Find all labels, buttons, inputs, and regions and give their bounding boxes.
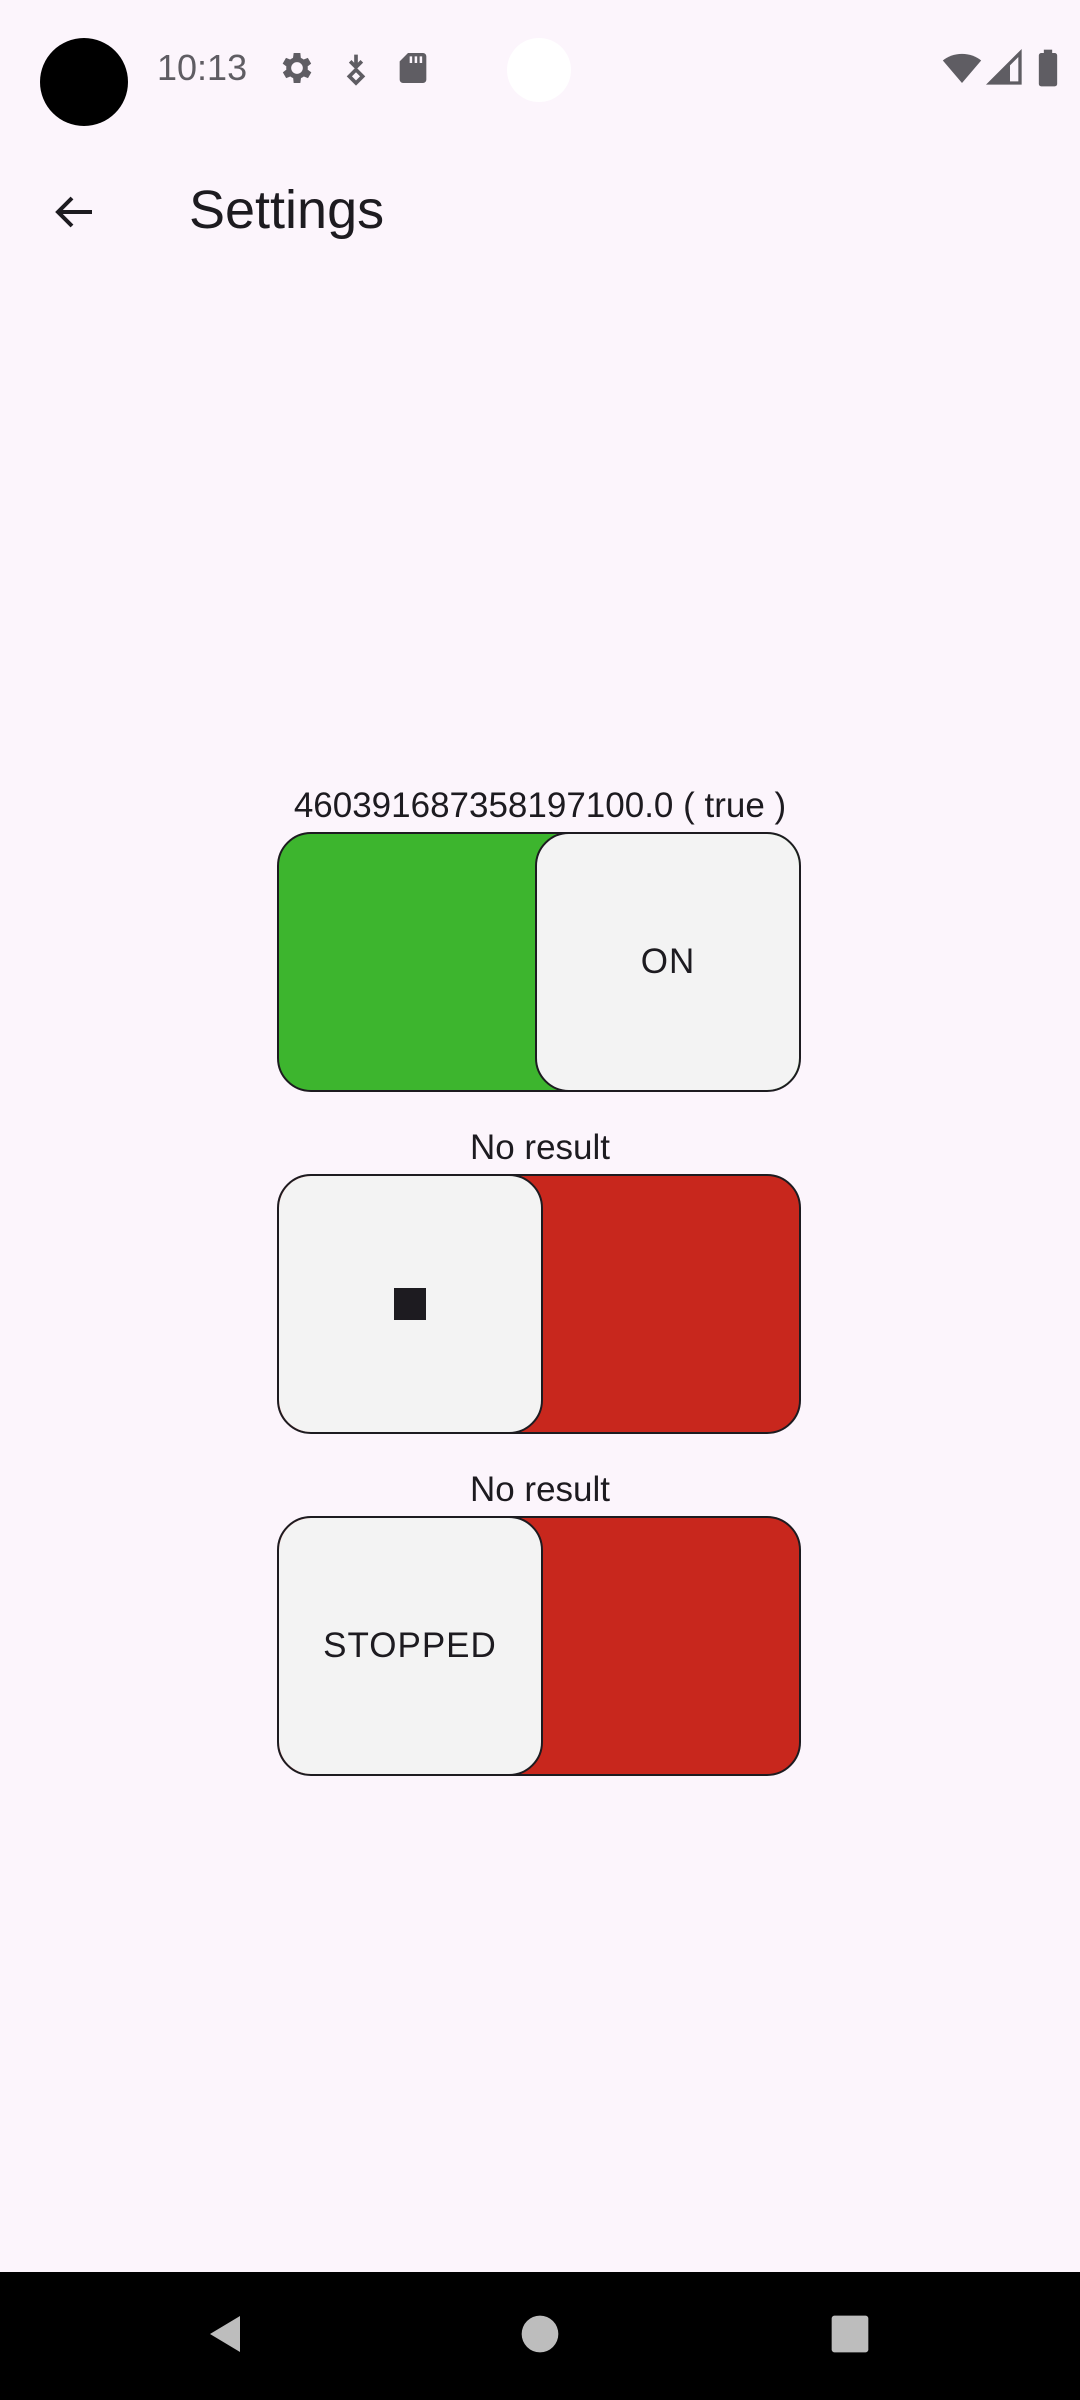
switch-caption: No result <box>469 1128 611 1167</box>
home-circle-icon <box>518 2312 562 2361</box>
recents-square-icon <box>828 2312 872 2361</box>
nav-recents-button[interactable] <box>810 2296 890 2376</box>
switch-thumb-label: STOPPED <box>323 1626 497 1665</box>
switch-caption: No result <box>469 1470 611 1509</box>
page-title: Settings <box>189 180 385 240</box>
switch-caption: 460391687358197100.0 ( true ) <box>293 786 787 825</box>
switch-block-1: 460391687358197100.0 ( true ) ON <box>277 786 803 1092</box>
switch-block-3: No result STOPPED <box>277 1470 803 1776</box>
switch-thumb-label: ON <box>640 942 696 981</box>
status-bar: 10:13 <box>0 0 1080 140</box>
toggle-switch-stop[interactable] <box>277 1174 801 1434</box>
screen: 10:13 Settings 460391687358197100.0 (tr… <box>0 0 1080 2400</box>
battery-icon <box>1034 48 1062 88</box>
gear-icon <box>277 48 317 88</box>
status-time: 10:13 <box>157 47 248 88</box>
camera-punch-hole <box>507 38 571 102</box>
back-button[interactable] <box>32 172 116 256</box>
arrow-back-icon <box>50 188 98 241</box>
wifi-icon <box>940 48 984 88</box>
app-bar: Settings <box>0 150 1080 270</box>
download-icon <box>336 48 376 88</box>
back-triangle-icon <box>202 2310 250 2363</box>
sd-card-icon <box>393 48 433 88</box>
camera-cutout <box>40 38 128 126</box>
cell-signal-icon <box>985 48 1025 88</box>
toggle-switch-on[interactable]: ON <box>277 832 801 1092</box>
switch-block-2: No result <box>277 1128 803 1434</box>
switch-thumb[interactable]: ON <box>535 834 799 1090</box>
system-nav-bar <box>0 2272 1080 2400</box>
nav-back-button[interactable] <box>186 2296 266 2376</box>
toggle-switch-stopped[interactable]: STOPPED <box>277 1516 801 1776</box>
nav-home-button[interactable] <box>500 2296 580 2376</box>
switch-thumb[interactable] <box>279 1176 543 1432</box>
stop-icon <box>394 1288 426 1320</box>
switch-thumb[interactable]: STOPPED <box>279 1518 543 1774</box>
